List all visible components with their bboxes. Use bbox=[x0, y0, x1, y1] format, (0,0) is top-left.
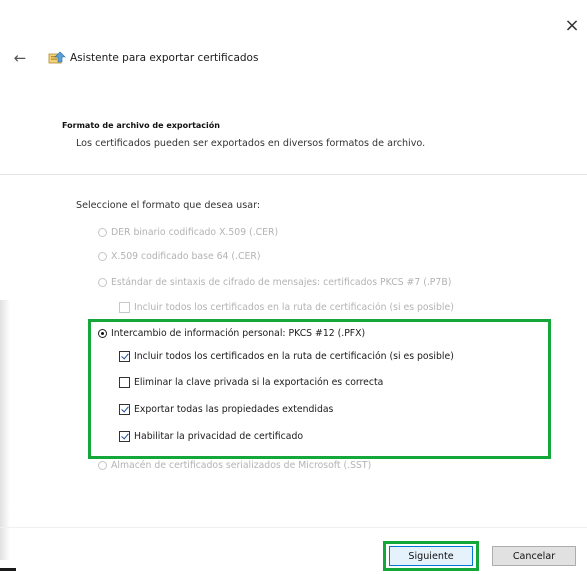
edge-shadow bbox=[0, 300, 10, 560]
radio-button bbox=[98, 252, 107, 261]
checkbox-checked[interactable] bbox=[119, 404, 130, 415]
option-label: X.509 codificado base 64 (.CER) bbox=[111, 251, 261, 262]
section-heading: Formato de archivo de exportación bbox=[62, 121, 220, 130]
option-label: Eliminar la clave privada si la exportac… bbox=[134, 377, 384, 388]
option-pkcs7-include-chain-checkbox: Incluir todos los certificados en la rut… bbox=[119, 302, 454, 313]
option-label: Estándar de sintaxis de cifrado de mensa… bbox=[111, 277, 452, 288]
radio-button bbox=[98, 278, 107, 287]
export-wizard-dialog: × ← Asistente para exportar certificados… bbox=[0, 0, 587, 574]
option-label: Incluir todos los certificados en la rut… bbox=[134, 351, 454, 362]
checkbox-checked[interactable] bbox=[119, 351, 130, 362]
wizard-title: Asistente para exportar certificados bbox=[70, 52, 259, 64]
checkbox bbox=[119, 302, 130, 313]
edge-mark bbox=[0, 568, 16, 571]
section-description: Los certificados pueden ser exportados e… bbox=[76, 138, 426, 149]
option-pkcs7-radio: Estándar de sintaxis de cifrado de mensa… bbox=[98, 277, 451, 288]
option-pkcs12-radio[interactable]: Intercambio de información personal: PKC… bbox=[98, 328, 365, 339]
option-der-radio: DER binario codificado X.509 (.CER) bbox=[98, 227, 278, 238]
radio-button bbox=[98, 461, 107, 470]
option-sst-radio: Almacén de certificados serializados de … bbox=[98, 460, 371, 471]
option-label: Exportar todas las propiedades extendida… bbox=[134, 404, 334, 415]
option-include-chain-checkbox[interactable]: Incluir todos los certificados en la rut… bbox=[119, 351, 454, 362]
option-label: Habilitar la privacidad de certificado bbox=[134, 431, 304, 442]
header-separator bbox=[0, 174, 587, 175]
footer-separator bbox=[0, 527, 587, 528]
option-enable-privacy-checkbox[interactable]: Habilitar la privacidad de certificado bbox=[119, 431, 303, 442]
next-button[interactable]: Siguiente bbox=[389, 546, 473, 566]
back-arrow-icon[interactable]: ← bbox=[10, 48, 30, 68]
radio-button bbox=[98, 228, 107, 237]
close-icon[interactable]: × bbox=[562, 16, 582, 36]
option-base64-radio: X.509 codificado base 64 (.CER) bbox=[98, 251, 260, 262]
option-delete-private-key-checkbox[interactable]: Eliminar la clave privada si la exportac… bbox=[119, 377, 383, 388]
checkbox[interactable] bbox=[119, 377, 130, 388]
option-label: Incluir todos los certificados en la rut… bbox=[134, 302, 454, 313]
checkbox-checked[interactable] bbox=[119, 431, 130, 442]
format-prompt: Seleccione el formato que desea usar: bbox=[76, 200, 261, 211]
radio-button-selected[interactable] bbox=[98, 329, 107, 338]
certificate-wizard-icon bbox=[48, 51, 66, 64]
header-band bbox=[0, 95, 587, 173]
option-label: DER binario codificado X.509 (.CER) bbox=[111, 227, 279, 238]
option-export-extended-properties-checkbox[interactable]: Exportar todas las propiedades extendida… bbox=[119, 404, 333, 415]
cancel-button[interactable]: Cancelar bbox=[492, 546, 576, 566]
option-label: Intercambio de información personal: PKC… bbox=[111, 328, 366, 339]
option-label: Almacén de certificados serializados de … bbox=[111, 460, 372, 471]
